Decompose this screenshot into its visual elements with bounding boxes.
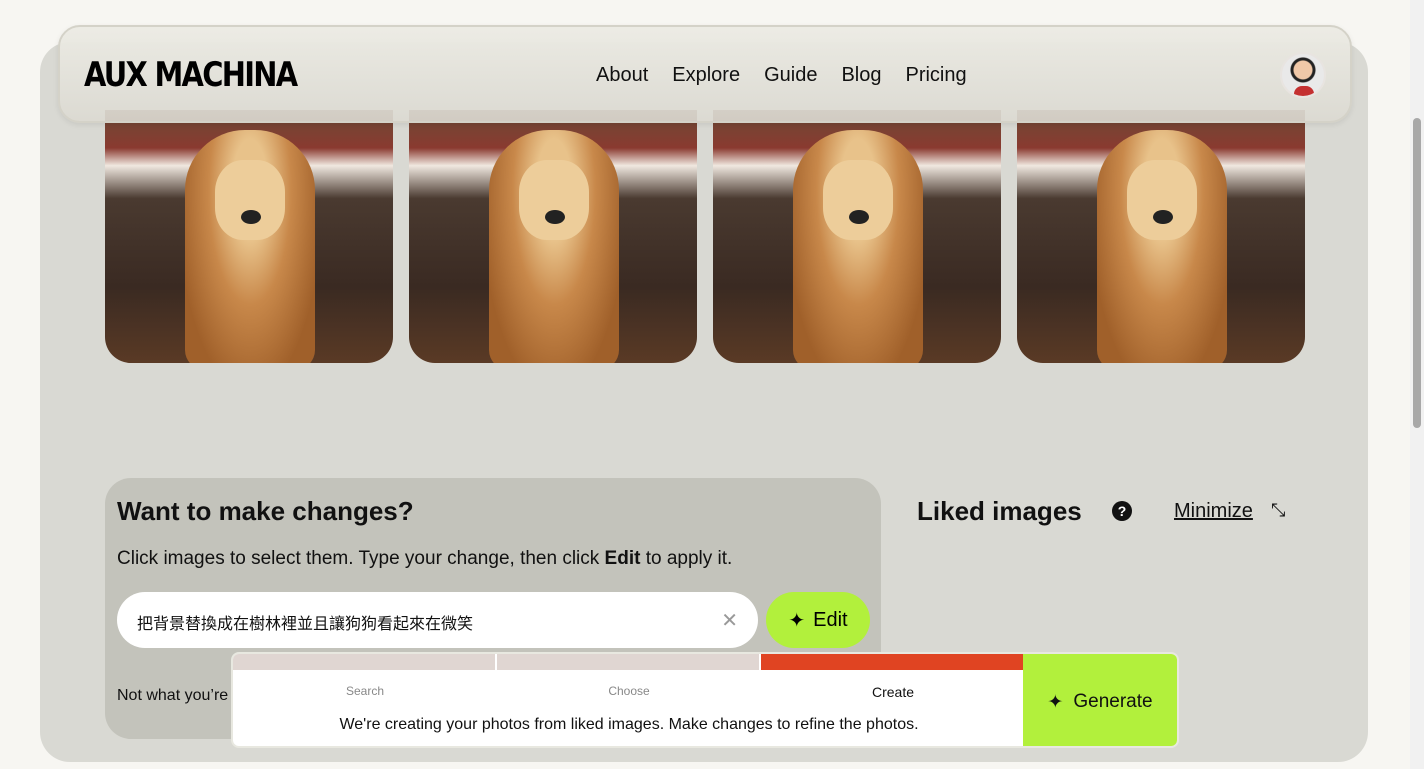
step-create-segment [761,654,1025,670]
not-what-text: Not what you’re [117,687,229,704]
image-card[interactable] [713,110,1001,363]
image-card[interactable] [105,110,393,363]
image-card[interactable] [1017,110,1305,363]
logo[interactable]: AUX MACHINA [84,55,298,95]
sparkle-icon: ✦ [1047,691,1064,713]
step-search-segment [233,654,495,670]
change-input[interactable]: 把背景替換成在樹林裡並且讓狗狗看起來在微笑 ✕ [117,592,758,648]
header: AUX MACHINA About Explore Guide Blog Pri… [58,25,1352,123]
step-search: Search [345,684,385,698]
progress-bar: Search Choose Create We're creating your… [231,652,1179,748]
edit-button[interactable]: ✦ Edit [766,592,870,648]
help-icon[interactable]: ? [1112,501,1132,521]
nav-blog[interactable]: Blog [841,64,881,87]
minimize-link[interactable]: Minimize [1174,500,1253,523]
nav-guide[interactable]: Guide [764,64,817,87]
collapse-icon[interactable]: ⤡ [1271,500,1285,521]
changes-title: Want to make changes? [117,496,414,526]
nav: About Explore Guide Blog Pricing [596,64,967,87]
step-choose: Choose [608,684,650,698]
changes-instruction: Click images to select them. Type your c… [117,548,733,569]
avatar[interactable] [1280,52,1326,98]
liked-title: Liked images [917,496,1082,526]
sparkle-icon: ✦ [788,609,806,632]
progress-message: We're creating your photos from liked im… [339,716,919,733]
generate-button[interactable]: ✦ Generate [1023,654,1177,746]
image-card[interactable] [409,110,697,363]
nav-pricing[interactable]: Pricing [905,64,966,87]
step-choose-segment [497,654,759,670]
step-create: Create [871,684,915,700]
scrollbar-thumb[interactable] [1413,118,1421,428]
nav-explore[interactable]: Explore [672,64,740,87]
scrollbar[interactable] [1410,0,1424,769]
clear-icon[interactable]: ✕ [721,608,738,633]
nav-about[interactable]: About [596,64,648,87]
